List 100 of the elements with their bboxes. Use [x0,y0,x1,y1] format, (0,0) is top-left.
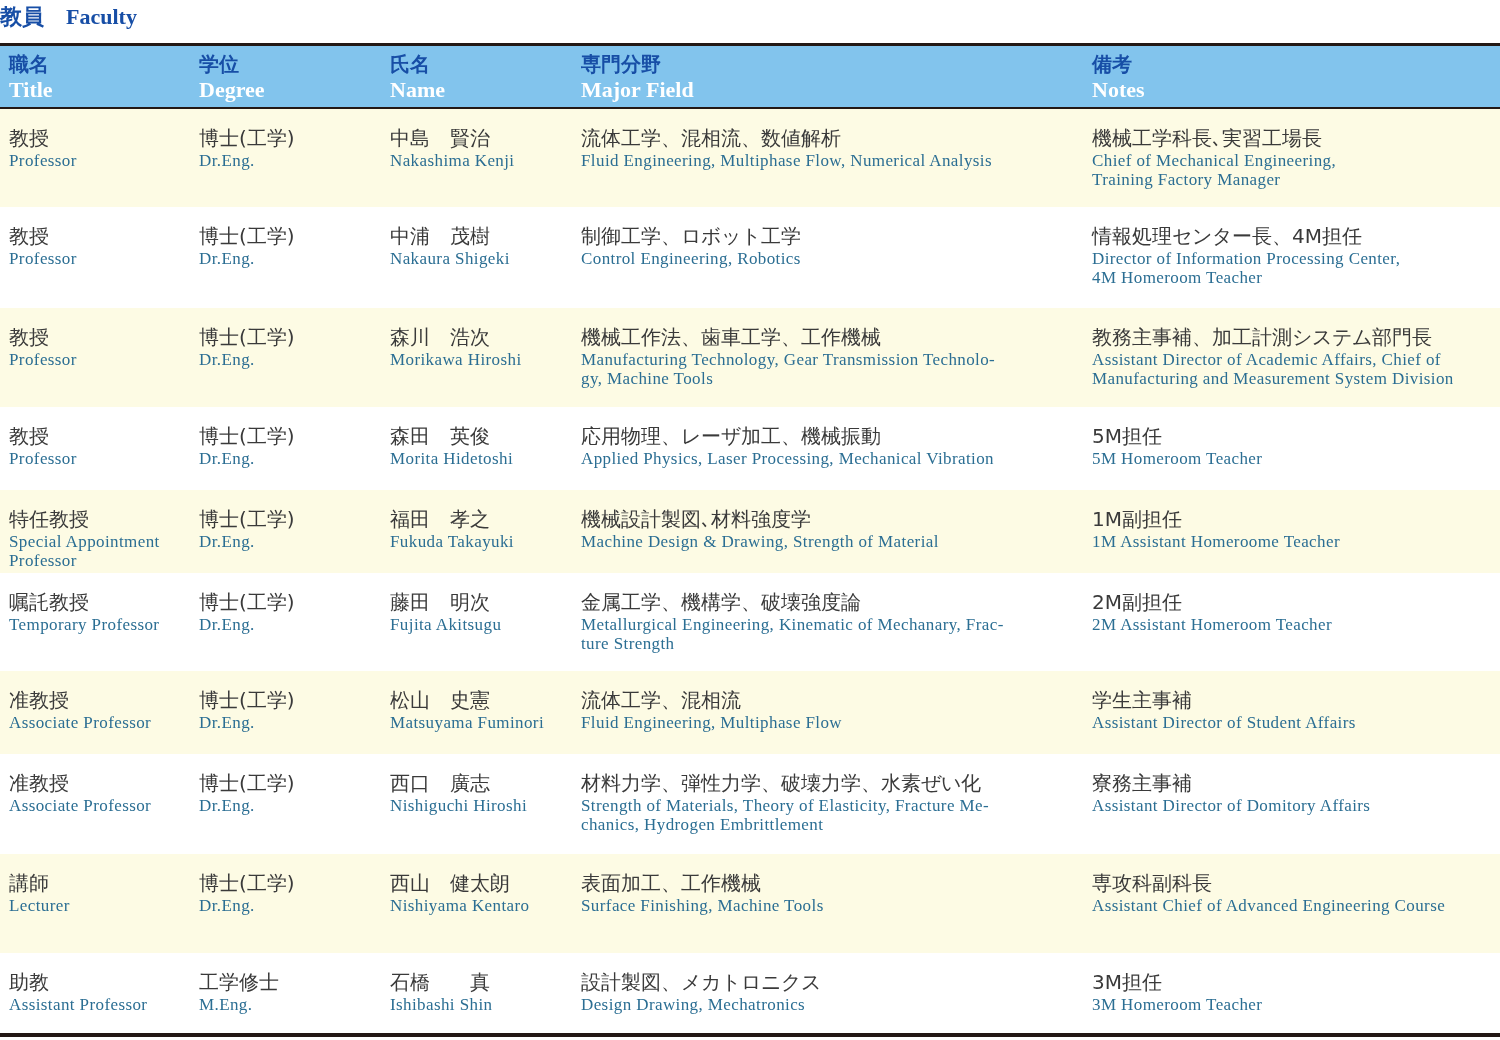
cell-text-english: Temporary Professor [9,615,160,634]
cell-text-english: 3M Homeroom Teacher [1092,995,1263,1014]
cell-text-english: Metallurgical Engineering, Kinematic of Mechanary, Frac- ture Strength [581,615,1004,653]
cell-text: 講師 [9,870,49,896]
cell-text: 松山 史憲 [390,687,490,713]
cell-text-english: 5M Homeroom Teacher [1092,449,1263,468]
cell-text: 博士(工学) [199,125,295,151]
cell-text-english: Morikawa Hiroshi [390,350,522,369]
cell-text-english: Nishiguchi Hiroshi [390,796,528,815]
cell-text-english: 1M Assistant Homeroome Teacher [1092,532,1340,551]
cell-text: 博士(工学) [199,506,295,532]
cell-text: 森川 浩次 [390,324,490,350]
cell-text-english: Dr.Eng. [199,713,255,732]
cell-text: 教授 [9,125,49,151]
cell-text-english: Fujita Akitsugu [390,615,502,634]
cell-text: 教務主事補、加工計測システム部門長 [1092,324,1432,350]
cell-text: 設計製図、メカトロニクス [581,969,821,995]
cell-text: 工学修士 [199,969,279,995]
cell-text: 教授 [9,223,49,249]
cell-text: 中浦 茂樹 [390,223,490,249]
cell-text-english: Dr.Eng. [199,350,255,369]
cell-text-english: Fukuda Takayuki [390,532,514,551]
cell-text-english: Dr.Eng. [199,151,255,170]
cell-text: 博士(工学) [199,423,295,449]
column-header-english: Title [9,77,53,103]
cell-text: 2M副担任 [1092,589,1182,615]
column-header-english: Name [390,77,445,103]
cell-text: 流体工学、混相流 [581,687,741,713]
cell-text-english: Machine Design & Drawing, Strength of Material [581,532,939,551]
column-header: 専門分野 [581,51,661,77]
cell-text-english: Assistant Director of Domitory Affairs [1092,796,1371,815]
cell-text: 西口 廣志 [390,770,490,796]
cell-text-english: Nakaura Shigeki [390,249,510,268]
column-header-english: Notes [1092,77,1145,103]
cell-text: 嘱託教授 [9,589,89,615]
cell-text: 准教授 [9,770,69,796]
cell-text-english: Dr.Eng. [199,896,255,915]
cell-text-english: Lecturer [9,896,70,915]
cell-text-english: Special Appointment Professor [9,532,160,570]
cell-text-english: Associate Professor [9,713,152,732]
cell-text-english: Applied Physics, Laser Processing, Mechanical Vibration [581,449,994,468]
cell-text-english: Assistant Director of Student Affairs [1092,713,1356,732]
cell-text: 特任教授 [9,506,89,532]
cell-text: 1M副担任 [1092,506,1182,532]
cell-text: 表面加工、工作機械 [581,870,761,896]
cell-text: 学生主事補 [1092,687,1192,713]
column-header: 職名 [9,51,49,77]
cell-text-english: M.Eng. [199,995,253,1014]
cell-text: 石橋 真 [390,969,490,995]
cell-text: 西山 健太朗 [390,870,510,896]
cell-text-english: Dr.Eng. [199,615,255,634]
cell-text: 博士(工学) [199,870,295,896]
cell-text-english: Dr.Eng. [199,796,255,815]
cell-text: 3M担任 [1092,969,1162,995]
cell-text-english: Matsuyama Fuminori [390,713,545,732]
cell-text-english: 2M Assistant Homeroom Teacher [1092,615,1333,634]
cell-text-english: Assistant Professor [9,995,148,1014]
cell-text: 准教授 [9,687,69,713]
cell-text-english: Associate Professor [9,796,152,815]
cell-text-english: Professor [9,350,77,369]
cell-text: 教授 [9,423,49,449]
cell-text: 機械工作法、歯車工学、工作機械 [581,324,881,350]
cell-text: 材料力学、弾性力学、破壊力学、水素ぜい化 [581,770,981,796]
cell-text-english: Surface Finishing, Machine Tools [581,896,824,915]
cell-text: 博士(工学) [199,589,295,615]
cell-text-english: Manufacturing Technology, Gear Transmission Technolo- gy, Machine Tools [581,350,996,388]
cell-text: 5M担任 [1092,423,1162,449]
cell-text: 寮務主事補 [1092,770,1192,796]
cell-text-english: Assistant Director of Academic Affairs, Chief of Manufacturing and Measurement System Division [1092,350,1454,388]
column-header-english: Degree [199,77,265,103]
cell-text-english: Dr.Eng. [199,532,255,551]
column-header: 備考 [1092,51,1132,77]
cell-text-english: Strength of Materials, Theory of Elasticity, Fracture Me- chanics, Hydrogen Embrittlement [581,796,990,834]
cell-text-english: Nakashima Kenji [390,151,515,170]
cell-text: 金属工学、機構学、破壊強度論 [581,589,861,615]
cell-text: 応用物理、レーザ加工、機械振動 [581,423,881,449]
column-header: 氏名 [390,51,430,77]
cell-text: 博士(工学) [199,770,295,796]
section-title: 教員 [0,3,44,31]
cell-text: 福田 孝之 [390,506,490,532]
cell-text: 制御工学、ロボット工学 [581,223,801,249]
cell-text: 博士(工学) [199,324,295,350]
cell-text: 機械工学科長､実習工場長 [1092,125,1322,151]
cell-text: 中島 賢治 [390,125,490,151]
cell-text: 情報処理センター長、4M担任 [1092,223,1362,249]
cell-text: 森田 英俊 [390,423,490,449]
cell-text-english: Ishibashi Shin [390,995,493,1014]
cell-text-english: Control Engineering, Robotics [581,249,801,268]
cell-text-english: Fluid Engineering, Multiphase Flow, Numerical Analysis [581,151,992,170]
cell-text-english: Nishiyama Kentaro [390,896,530,915]
cell-text-english: Professor [9,249,77,268]
cell-text: 流体工学、混相流、数値解析 [581,125,841,151]
cell-text: 専攻科副科長 [1092,870,1212,896]
cell-text-english: Design Drawing, Mechatronics [581,995,806,1014]
cell-text: 助教 [9,969,49,995]
cell-text-english: Assistant Chief of Advanced Engineering Course [1092,896,1446,915]
column-header: 学位 [199,51,239,77]
cell-text: 博士(工学) [199,223,295,249]
cell-text-english: Professor [9,449,77,468]
cell-text-english: Fluid Engineering, Multiphase Flow [581,713,843,732]
